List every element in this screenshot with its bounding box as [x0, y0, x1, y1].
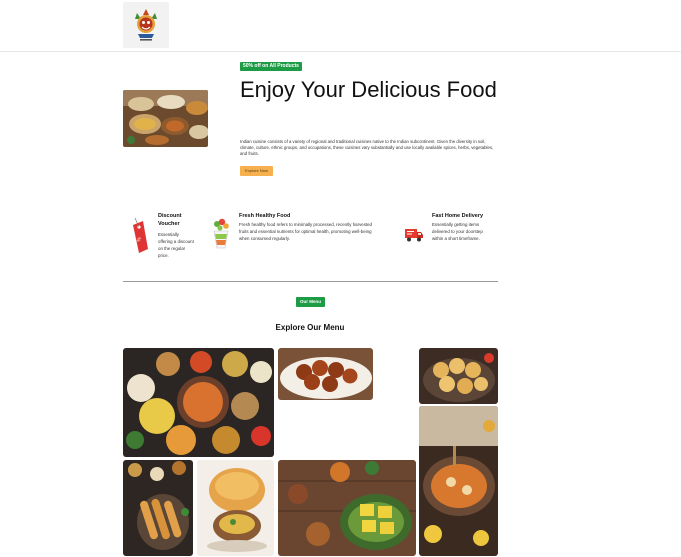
gallery-image-dosa-rolls[interactable] [123, 460, 193, 556]
gallery-image-puri-bhaji[interactable] [197, 460, 274, 556]
gallery-image-dhokla-platter[interactable] [278, 460, 416, 556]
hero-food-image [123, 90, 208, 147]
feature-title-fresh: Fresh Healthy Food [239, 213, 291, 219]
hero-title: Enjoy Your Delicious Food [240, 77, 497, 102]
gallery-image-thali-spread[interactable] [123, 348, 274, 457]
feature-title-discount: Discount Voucher [158, 213, 182, 227]
delivery-truck-icon [404, 226, 424, 244]
fresh-food-bowl-icon [211, 217, 231, 251]
feature-text-fresh: Fresh healthy food refers to minimally p… [239, 222, 372, 241]
section-divider [123, 281, 498, 282]
discount-badge: 50% off on All Products [240, 62, 302, 71]
gallery-image-pani-puri[interactable] [419, 348, 498, 404]
our-menu-badge: Our Menu [296, 297, 325, 307]
site-header [0, 0, 681, 52]
feature-text-delivery: Essentially getting items delivered to y… [432, 222, 483, 241]
feature-text-discount: Essentially offering a discount on the r… [158, 232, 194, 258]
gallery-image-curry-bowl[interactable] [419, 406, 498, 556]
logo[interactable] [123, 2, 169, 48]
feature-title-delivery: Fast Home Delivery [432, 213, 484, 219]
explore-now-button[interactable]: Explore Now [240, 166, 273, 176]
gallery-image-gulab-jamun[interactable] [278, 348, 373, 400]
menu-section-title: Explore Our Menu [275, 323, 345, 332]
hero-description: Indian cuisine consists of a variety of … [240, 139, 494, 157]
voucher-tag-icon: % [131, 217, 149, 255]
temple-mask-logo-icon [135, 9, 157, 41]
